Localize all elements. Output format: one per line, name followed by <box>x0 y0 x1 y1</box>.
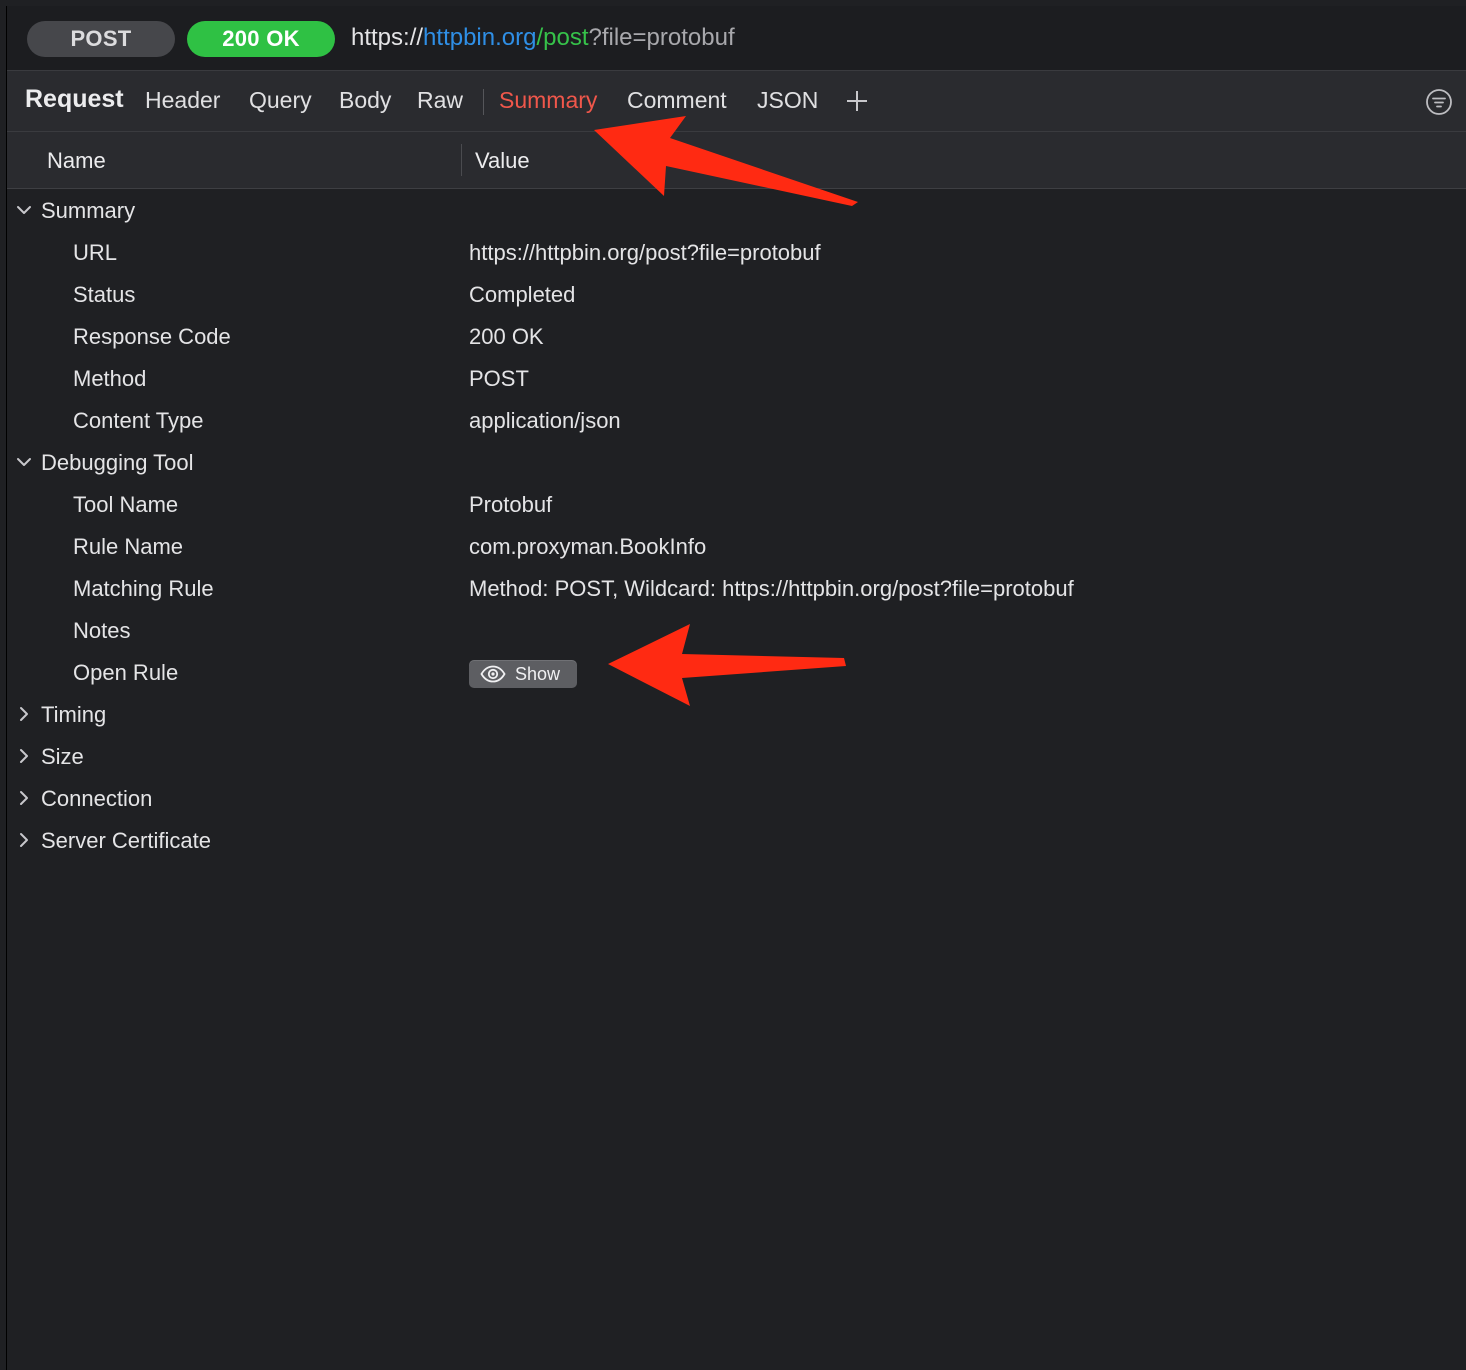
row-name: Rule Name <box>73 534 184 559</box>
group-label: Debugging Tool <box>41 450 194 475</box>
table-row[interactable]: URL https://httpbin.org/post?file=protob… <box>7 231 1466 273</box>
row-value: Protobuf <box>469 492 553 517</box>
row-value: com.proxyman.BookInfo <box>469 534 707 559</box>
row-value: Completed <box>469 282 576 307</box>
tab-raw[interactable]: Raw <box>417 87 463 114</box>
group-label: Timing <box>41 702 107 727</box>
request-url[interactable]: https://httpbin.org/post?file=protobuf <box>351 24 735 52</box>
row-name: Matching Rule <box>73 576 214 601</box>
url-scheme: https:// <box>351 24 424 51</box>
table-row[interactable]: Open Rule Show <box>7 651 1466 693</box>
table-row[interactable]: Response Code 200 OK <box>7 315 1466 357</box>
row-name: Notes <box>73 618 131 643</box>
group-row-timing[interactable]: Timing <box>7 693 1466 735</box>
row-name: URL <box>73 240 118 265</box>
row-name: Content Type <box>73 408 204 433</box>
row-value: application/json <box>469 408 621 433</box>
table-row[interactable]: Rule Name com.proxyman.BookInfo <box>7 525 1466 567</box>
summary-tree: Summary URL https://httpbin.org/post?fil… <box>7 189 1466 861</box>
table-row[interactable]: Content Type application/json <box>7 399 1466 441</box>
chevron-right-icon[interactable] <box>15 789 33 807</box>
row-value: 200 OK <box>469 324 544 349</box>
table-header: Name Value <box>7 132 1466 189</box>
filter-circle-icon[interactable] <box>1425 88 1453 116</box>
column-header-name[interactable]: Name <box>47 148 106 174</box>
tab-comment[interactable]: Comment <box>627 87 727 114</box>
chevron-right-icon[interactable] <box>15 747 33 765</box>
chevron-right-icon[interactable] <box>15 831 33 849</box>
status-badge: 200 OK <box>187 21 335 57</box>
method-badge: POST <box>27 21 175 57</box>
row-name: Response Code <box>73 324 231 349</box>
group-row-server-certificate[interactable]: Server Certificate <box>7 819 1466 861</box>
url-query: ?file=protobuf <box>588 24 735 51</box>
tab-body[interactable]: Body <box>339 87 391 114</box>
table-row[interactable]: Method POST <box>7 357 1466 399</box>
row-name: Tool Name <box>73 492 179 517</box>
plus-icon[interactable] <box>845 89 869 113</box>
group-row-debugging-tool[interactable]: Debugging Tool <box>7 441 1466 483</box>
column-header-value[interactable]: Value <box>475 148 530 174</box>
column-divider[interactable] <box>461 144 462 176</box>
group-row-summary[interactable]: Summary <box>7 189 1466 231</box>
chevron-down-icon[interactable] <box>15 201 33 219</box>
table-row[interactable]: Status Completed <box>7 273 1466 315</box>
group-row-connection[interactable]: Connection <box>7 777 1466 819</box>
group-label: Connection <box>41 786 153 811</box>
tab-summary[interactable]: Summary <box>499 87 597 114</box>
table-row[interactable]: Matching Rule Method: POST, Wildcard: ht… <box>7 567 1466 609</box>
chevron-down-icon[interactable] <box>15 453 33 471</box>
show-rule-button[interactable]: Show <box>469 660 577 688</box>
table-row[interactable]: Tool Name Protobuf <box>7 483 1466 525</box>
tab-bar: Request Header Query Body Raw Summary Co… <box>7 71 1466 132</box>
group-label: Server Certificate <box>41 828 211 853</box>
tab-json[interactable]: JSON <box>757 87 818 114</box>
row-name: Status <box>73 282 136 307</box>
row-value: https://httpbin.org/post?file=protobuf <box>469 240 821 265</box>
tab-header[interactable]: Header <box>145 87 220 114</box>
show-button-label: Show <box>515 664 561 684</box>
row-value: Method: POST, Wildcard: https://httpbin.… <box>469 576 1074 601</box>
url-path: /post <box>536 24 589 51</box>
eye-icon <box>480 665 506 683</box>
tab-query[interactable]: Query <box>249 87 312 114</box>
group-row-size[interactable]: Size <box>7 735 1466 777</box>
row-name: Open Rule <box>73 660 179 685</box>
tab-separator <box>483 89 484 115</box>
request-url-bar: POST 200 OK https://httpbin.org/post?fil… <box>7 6 1466 71</box>
panel-title: Request <box>25 85 124 113</box>
chevron-right-icon[interactable] <box>15 705 33 723</box>
row-value: POST <box>469 366 529 391</box>
request-inspector-window: POST 200 OK https://httpbin.org/post?fil… <box>6 6 1466 1370</box>
row-name: Method <box>73 366 147 391</box>
group-label: Size <box>41 744 84 769</box>
group-label: Summary <box>41 198 136 223</box>
url-host: httpbin.org <box>423 24 537 51</box>
table-row[interactable]: Notes <box>7 609 1466 651</box>
